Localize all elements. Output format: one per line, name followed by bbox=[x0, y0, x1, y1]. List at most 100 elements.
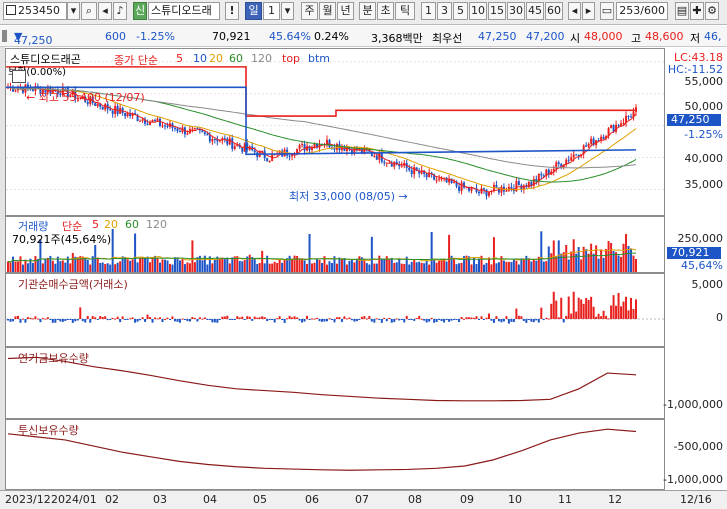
volume-bar bbox=[373, 263, 376, 272]
volume-bar bbox=[445, 261, 448, 272]
code-dropdown-button[interactable]: ▾ bbox=[67, 2, 80, 20]
volume-bar bbox=[89, 264, 92, 272]
volume-bar bbox=[335, 263, 338, 272]
candle-body bbox=[303, 144, 306, 151]
volume-bar bbox=[390, 257, 393, 272]
sound-icon[interactable]: ♪ bbox=[113, 2, 127, 20]
price-panel[interactable]: 스튜디오드래곤 보합(0.00%) 종가 단순 5 10 20 60 120 t… bbox=[5, 48, 665, 216]
inst-bar bbox=[116, 316, 119, 319]
inst-bar bbox=[236, 316, 239, 319]
inst-bar bbox=[580, 299, 583, 319]
inst-bar bbox=[54, 319, 57, 323]
inst-bar bbox=[21, 318, 24, 320]
inst-bar bbox=[515, 308, 518, 319]
y-label-50000: 50,000 bbox=[684, 100, 724, 113]
inst-bar bbox=[154, 317, 157, 319]
inst-bar bbox=[630, 297, 633, 319]
volume-bar bbox=[572, 239, 575, 272]
volume-panel[interactable]: 거래량 단순 5 20 60 120 70,921주(45,64%) bbox=[5, 216, 665, 273]
volume-bar bbox=[161, 259, 164, 272]
alert-button[interactable]: ! bbox=[225, 2, 239, 20]
inst-bar bbox=[291, 317, 294, 319]
period-minute-tab[interactable]: 분 bbox=[359, 2, 376, 20]
volume-bar bbox=[296, 255, 299, 272]
inst-bar bbox=[228, 319, 231, 321]
inst-bar bbox=[365, 318, 368, 320]
volume-bar bbox=[291, 258, 294, 272]
inst-bar bbox=[575, 311, 578, 319]
candle-body bbox=[114, 106, 117, 114]
inst-bar bbox=[635, 299, 637, 319]
inst-bar bbox=[178, 319, 181, 323]
minute-1-button[interactable]: 1 bbox=[421, 2, 436, 20]
minute-5-button[interactable]: 5 bbox=[453, 2, 468, 20]
volume-scale: 250,000 70,921 45,64% bbox=[665, 216, 727, 273]
period-week-tab[interactable]: 주 bbox=[301, 2, 318, 20]
candle-body bbox=[617, 124, 620, 126]
volume-bar bbox=[69, 263, 72, 272]
inst-bar bbox=[468, 317, 471, 319]
candle-body bbox=[408, 167, 411, 171]
volume-bar bbox=[173, 257, 176, 272]
volume-bar bbox=[585, 249, 588, 272]
trust-panel[interactable]: 투신보유수량 bbox=[5, 419, 665, 490]
minute-30-button[interactable]: 30 bbox=[507, 2, 525, 20]
volume-bar bbox=[193, 262, 196, 272]
period-tick-tab[interactable]: 틱 bbox=[395, 2, 415, 20]
volume-bar bbox=[403, 264, 406, 272]
volume-bar bbox=[188, 263, 191, 272]
stock-name-field[interactable]: 스튜디오드래 bbox=[148, 2, 220, 20]
trust-title: 투신보유수량 bbox=[18, 424, 79, 437]
settings-icon[interactable]: ⚙ bbox=[705, 2, 719, 20]
candle-body bbox=[226, 138, 229, 145]
period-year-tab[interactable]: 년 bbox=[337, 2, 354, 20]
period-month-tab[interactable]: 월 bbox=[319, 2, 336, 20]
volume-bar bbox=[577, 247, 580, 272]
chart-type-icon[interactable]: ▤ bbox=[675, 2, 689, 20]
inst-bar bbox=[253, 316, 256, 319]
scroll-right-button[interactable]: ▸ bbox=[582, 2, 595, 20]
volume-bar bbox=[19, 256, 22, 272]
inst-bar bbox=[455, 319, 458, 320]
volume-bar bbox=[353, 262, 356, 272]
candle-body bbox=[393, 161, 396, 167]
prev-stock-button[interactable]: ◂ bbox=[98, 2, 112, 20]
inst-bar bbox=[218, 319, 221, 320]
inst-bar bbox=[44, 318, 47, 320]
minute-3-button[interactable]: 3 bbox=[437, 2, 452, 20]
institution-panel[interactable]: 기관순매수금액(거래소) bbox=[5, 273, 665, 347]
indicator-icon[interactable]: ✚ bbox=[690, 2, 704, 20]
inst-bar bbox=[11, 319, 14, 322]
inst-bar bbox=[39, 319, 42, 323]
minute-15-button[interactable]: 15 bbox=[488, 2, 506, 20]
grid-icon[interactable] bbox=[12, 70, 26, 83]
institution-title: 기관순매수금액(거래소) bbox=[18, 278, 128, 291]
minute-45-button[interactable]: 45 bbox=[526, 2, 544, 20]
period-day-tab[interactable]: 일 bbox=[245, 2, 262, 20]
volume-bar bbox=[635, 258, 637, 272]
candle-body bbox=[298, 145, 301, 149]
inst-bar bbox=[333, 319, 336, 323]
volume-bar bbox=[610, 242, 613, 272]
period-dropdown-button[interactable]: ▾ bbox=[281, 2, 294, 20]
inst-bar bbox=[149, 317, 152, 319]
minute-60-button[interactable]: 60 bbox=[545, 2, 563, 20]
scroll-left-button[interactable]: ◂ bbox=[568, 2, 581, 20]
inst-bar bbox=[375, 318, 378, 320]
volume-bar bbox=[520, 258, 523, 272]
pension-panel[interactable]: 연기금보유수량 bbox=[5, 347, 665, 419]
volume-bar bbox=[395, 262, 398, 272]
pension-chart bbox=[7, 356, 637, 402]
search-icon[interactable]: ⌕ bbox=[81, 2, 97, 20]
minute-10-button[interactable]: 10 bbox=[469, 2, 487, 20]
high-label: 고 bbox=[631, 32, 642, 45]
x-axis: 2023/12 2024/01 02 03 04 05 06 07 08 09 … bbox=[0, 490, 727, 509]
candle-body bbox=[487, 192, 490, 196]
zoom-button[interactable]: ▭ bbox=[600, 2, 614, 20]
candle-body bbox=[233, 146, 236, 149]
period-count-input[interactable]: 1 bbox=[263, 2, 280, 20]
inst-bar bbox=[159, 317, 162, 319]
volume-bar bbox=[470, 264, 473, 272]
bar-count-input[interactable]: 253/600 bbox=[616, 2, 668, 20]
period-second-tab[interactable]: 초 bbox=[377, 2, 394, 20]
